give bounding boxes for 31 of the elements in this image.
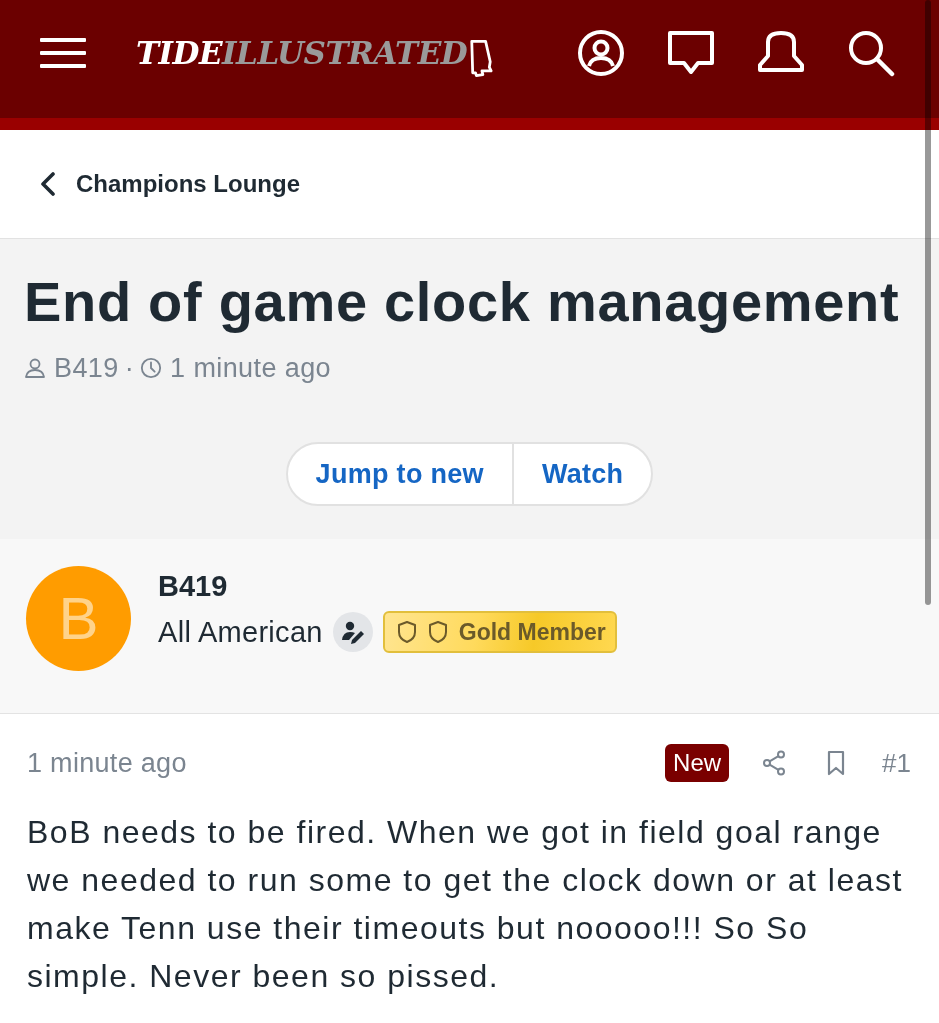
author-link[interactable]: B419 [54, 352, 119, 384]
back-link[interactable]: Champions Lounge [40, 170, 300, 198]
chevron-left-icon [40, 172, 56, 196]
chat-icon[interactable] [667, 29, 715, 77]
thread-time: 1 minute ago [170, 352, 331, 384]
jump-to-new-button[interactable]: Jump to new [287, 444, 512, 504]
shield-icon [396, 620, 417, 644]
post-body: BoB needs to be fired. When we got in field goal range we needed to run some to get the clock down or at least make Tenn use their timeouts but nooooo!!! So So simple. Never been so pissed. [27, 813, 904, 996]
user-icon[interactable] [577, 29, 625, 77]
thread-title: End of game clock management [24, 271, 901, 333]
separator-dot: · [124, 352, 135, 384]
membership-label: Gold Member [458, 618, 606, 646]
logo-word: ILLUSTRATED [222, 37, 468, 69]
menu-icon[interactable] [40, 38, 86, 68]
new-badge: New [665, 744, 730, 782]
user-rank: All American [158, 615, 323, 649]
state-outline-icon [469, 39, 494, 77]
user-icon [24, 357, 46, 379]
watch-button[interactable]: Watch [513, 444, 652, 504]
user-edit-icon [332, 612, 373, 652]
post-number-link[interactable]: #1 [882, 747, 911, 779]
logo-word: TIDE [136, 37, 223, 69]
search-icon[interactable] [847, 29, 895, 77]
share-icon[interactable] [762, 750, 787, 776]
site-logo[interactable]: TIDEILLUSTRATED [136, 29, 494, 77]
scrollbar-thumb[interactable] [925, 0, 931, 605]
post-time: 1 minute ago [27, 747, 187, 779]
clock-icon [140, 357, 163, 379]
bookmark-icon[interactable] [826, 750, 847, 776]
user-name[interactable]: B419 [158, 568, 228, 604]
shield-icon [427, 620, 448, 644]
